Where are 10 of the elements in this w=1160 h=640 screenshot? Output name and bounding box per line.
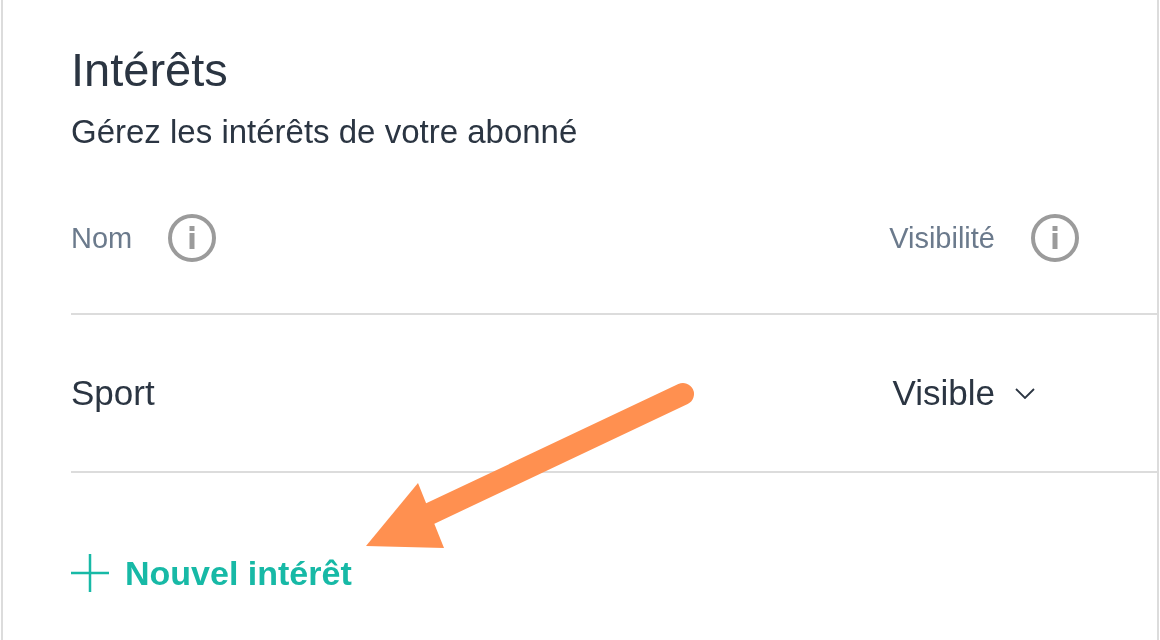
- chevron-down-icon: [1015, 387, 1035, 399]
- info-icon[interactable]: [168, 214, 217, 262]
- visibility-dropdown[interactable]: Visible: [892, 372, 1035, 414]
- info-icon[interactable]: [1031, 214, 1079, 262]
- interest-name: Sport: [71, 372, 155, 414]
- section-subtitle: Gérez les intérêts de votre abonné: [71, 112, 578, 152]
- column-header: Visibilité: [889, 221, 995, 256]
- column-header: Nom: [71, 221, 133, 256]
- section-title: Intérêts: [71, 42, 228, 98]
- plus-icon: [71, 554, 109, 592]
